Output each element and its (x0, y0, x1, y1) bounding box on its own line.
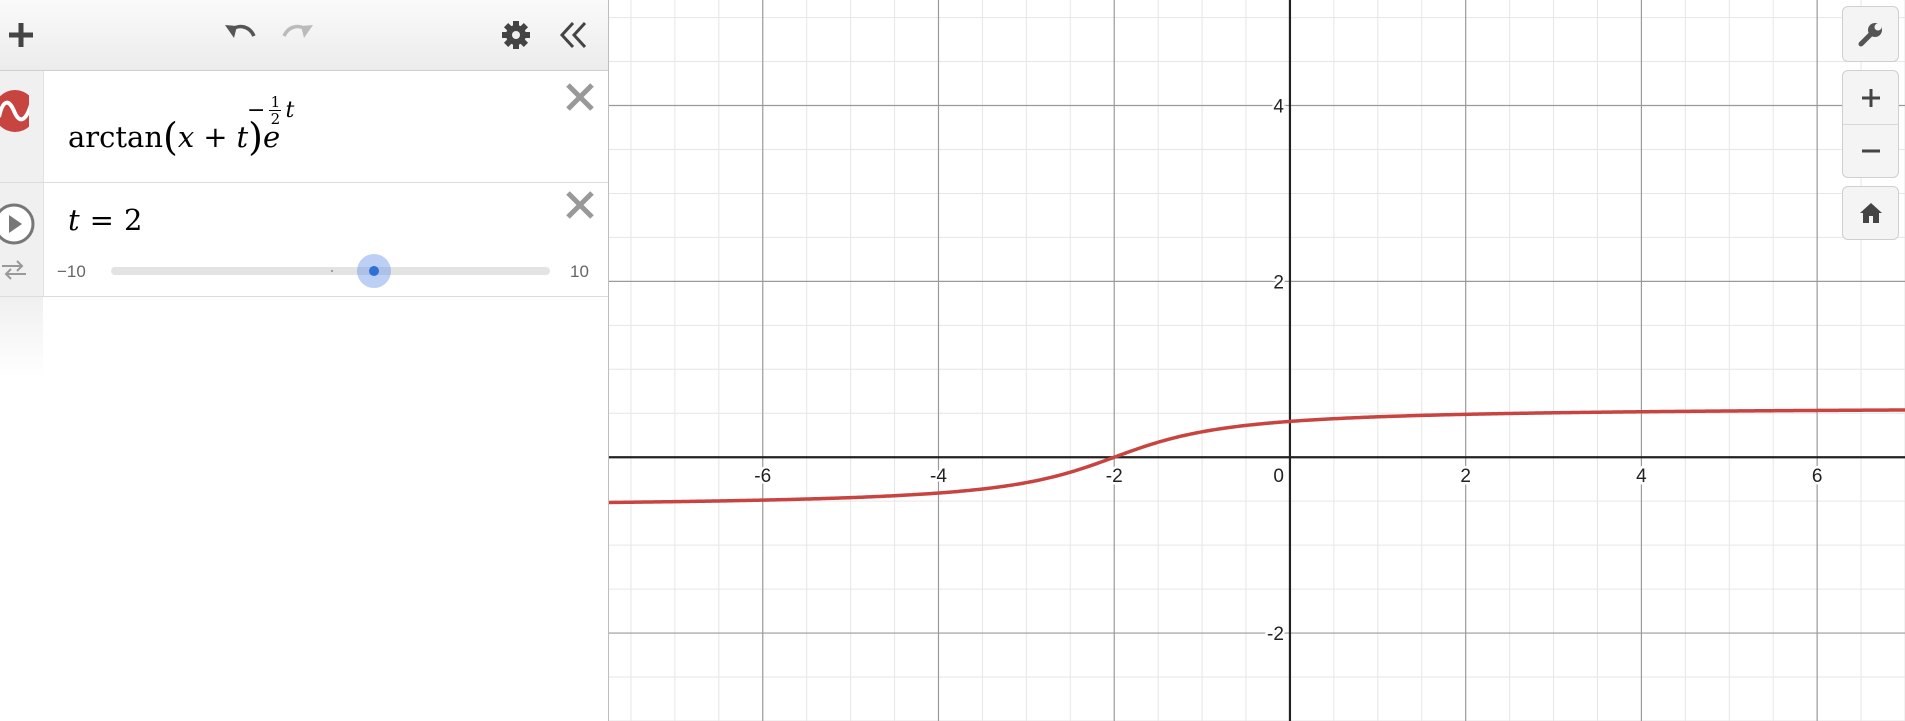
exponent-numerator: 1 (270, 93, 281, 111)
plus-icon (1861, 88, 1880, 107)
expression-toolbar (0, 0, 608, 71)
slider-variable: t (68, 203, 80, 237)
exponent-variable: t (285, 98, 295, 123)
x-tick-label: 0 (1273, 466, 1284, 487)
play-icon[interactable] (0, 202, 36, 246)
slider-value: 2 (123, 203, 143, 237)
graph-wave-icon[interactable] (0, 89, 36, 133)
minor-gridlines (609, 0, 1905, 721)
redo-icon[interactable] (278, 15, 318, 55)
slider-max-label[interactable]: 10 (570, 262, 589, 282)
expression-row-2[interactable]: t = 2 −10 10 (0, 183, 608, 297)
x-tick-label: -4 (930, 466, 947, 487)
zoom-out-button[interactable] (1843, 125, 1898, 177)
zoom-in-button[interactable] (1843, 72, 1898, 125)
delete-expression-2-icon[interactable] (564, 189, 596, 226)
home-icon (1859, 203, 1882, 223)
slider-handle[interactable] (357, 254, 392, 288)
slider-min-label[interactable]: −10 (57, 262, 86, 282)
graph-canvas[interactable]: -6-6 -4-4 -2-2 00 22 44 664422-2-2 (609, 0, 1905, 721)
undo-icon[interactable] (220, 15, 260, 55)
expression-panel: arctan(x + t)e − 1 2 t t = 2 −10 10 (0, 0, 609, 721)
x-tick-label: -6 (754, 466, 771, 487)
y-tick-label: -2 (1267, 624, 1284, 645)
minus-icon (1861, 149, 1880, 152)
new-expression-gutter[interactable] (0, 297, 43, 377)
x-tick-label: -2 (1106, 466, 1123, 487)
y-tick-label: 2 (1273, 272, 1284, 293)
home-button[interactable] (1842, 186, 1899, 240)
zoom-controls (1842, 70, 1899, 178)
slider-expression[interactable]: t = 2 (68, 203, 142, 237)
slider-track[interactable] (111, 254, 550, 288)
repeat-icon[interactable] (0, 257, 30, 281)
delete-expression-1-icon[interactable] (564, 81, 596, 118)
x-tick-label: 2 (1460, 466, 1471, 487)
axes (609, 0, 1905, 721)
slider-handle-dot (369, 266, 380, 276)
expression-row-1[interactable]: arctan(x + t)e − 1 2 t (0, 71, 608, 183)
wrench-icon[interactable] (1842, 6, 1899, 62)
plus-icon[interactable] (0, 15, 42, 55)
tick-labels: -6-6 -4-4 -2-2 00 22 44 664422-2-2 (752, 94, 1825, 648)
y-tick-label: 4 (1273, 97, 1284, 118)
variable-x: x (177, 120, 195, 154)
x-tick-label: 6 (1812, 466, 1823, 487)
equals-sign: = (89, 203, 114, 237)
plus-operator: + (203, 120, 228, 154)
double-chevron-left-icon[interactable] (553, 15, 593, 55)
major-gridlines (609, 0, 1905, 721)
slider-zero-tick (331, 270, 333, 272)
function-name: arctan (68, 120, 164, 154)
exponent-fraction: 1 2 (269, 93, 282, 128)
exponent-sign: − (247, 98, 266, 123)
exponent: − 1 2 t (247, 94, 294, 127)
exponent-denominator: 2 (270, 110, 281, 128)
x-tick-label: 4 (1636, 466, 1647, 487)
open-paren: ( (163, 115, 178, 159)
gear-icon[interactable] (496, 15, 536, 55)
